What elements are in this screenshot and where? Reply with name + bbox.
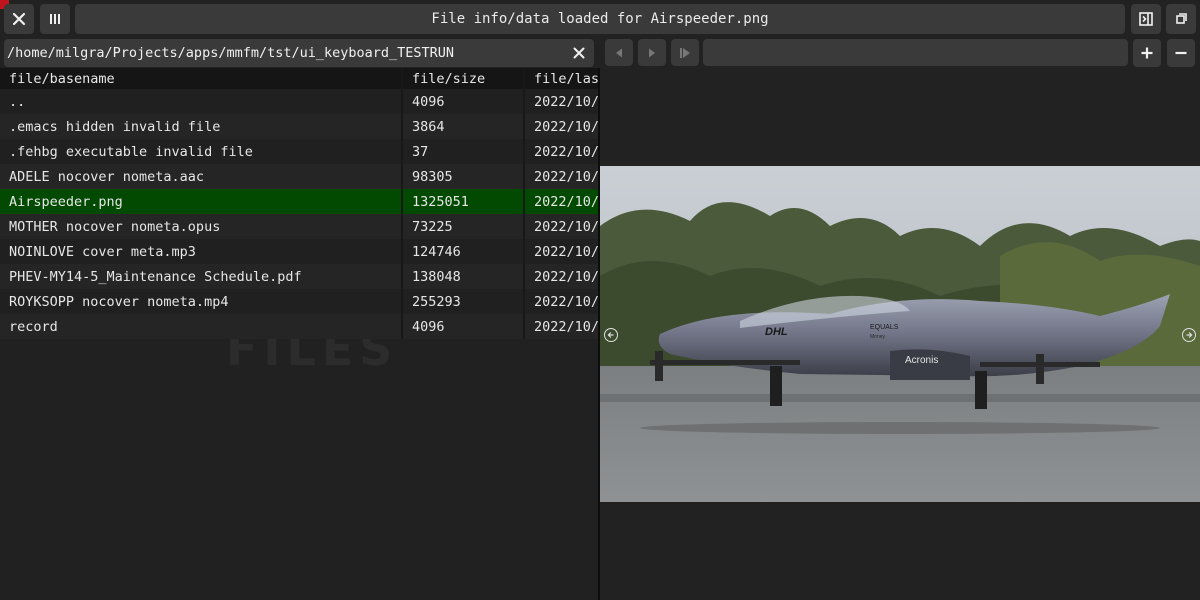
preview-pane: DHL EQUALS Money Acronis xyxy=(600,68,1200,600)
table-row[interactable]: ROYKSOPP nocover nometa.mp4 255293 2022/10… xyxy=(0,289,598,314)
cell-basename: .emacs hidden invalid file xyxy=(0,114,403,139)
cell-size: 138048 xyxy=(402,264,525,289)
column-header-basename[interactable]: file/basename xyxy=(0,68,403,89)
cell-basename: PHEV-MY14-5_Maintenance Schedule.pdf xyxy=(0,264,403,289)
fullscreen-icon xyxy=(1176,13,1187,24)
columns-button[interactable] xyxy=(40,4,70,34)
image-text-money: Money xyxy=(870,334,886,340)
arrow-right-circle-icon xyxy=(1186,332,1193,338)
cell-size: 73225 xyxy=(402,214,525,239)
table-row[interactable]: ADELE nocover nometa.aac 98305 2022/10/ xyxy=(0,164,598,189)
image-text-dhl: DHL xyxy=(765,326,788,338)
table-row[interactable]: MOTHER nocover nometa.opus 73225 2022/10/ xyxy=(0,214,598,239)
table-row[interactable]: .. 4096 2022/10/ xyxy=(0,89,598,114)
next-icon xyxy=(680,47,690,58)
cell-last-access: 2022/10/ xyxy=(524,164,598,189)
image-text-equals: EQUALS xyxy=(870,324,899,331)
file-table: file/basename file/size file/last_access… xyxy=(0,68,598,339)
cell-last-access: 2022/10/ xyxy=(524,114,598,139)
image-text-acronis: Acronis xyxy=(905,355,938,366)
window-title-bar: File info/data loaded for Airspeeder.png xyxy=(75,4,1125,34)
cell-size: 4096 xyxy=(402,89,525,114)
table-row[interactable]: record 4096 2022/10/ xyxy=(0,314,598,339)
previous-icon xyxy=(616,48,622,57)
arrow-left-circle-icon xyxy=(607,332,614,338)
minus-icon xyxy=(1175,51,1187,55)
preview-image: DHL EQUALS Money Acronis xyxy=(600,166,1200,502)
next-button[interactable] xyxy=(671,39,699,66)
cell-last-access: 2022/10/ xyxy=(524,214,598,239)
cell-basename: .fehbg executable invalid file xyxy=(0,139,403,164)
plus-icon xyxy=(1141,47,1153,59)
close-icon xyxy=(12,12,26,26)
table-row[interactable]: .emacs hidden invalid file 3864 2022/10/ xyxy=(0,114,598,139)
cell-basename: Airspeeder.png xyxy=(0,189,403,214)
cell-size: 124746 xyxy=(402,239,525,264)
previous-button[interactable] xyxy=(605,39,633,66)
cell-basename: record xyxy=(0,314,403,339)
columns-icon xyxy=(50,14,60,24)
close-button[interactable] xyxy=(4,4,34,34)
clear-icon xyxy=(573,47,585,59)
cell-last-access: 2022/10/ xyxy=(524,89,598,114)
cell-basename: ADELE nocover nometa.aac xyxy=(0,164,403,189)
window-title: File info/data loaded for Airspeeder.png xyxy=(431,11,769,27)
file-list-pane: FILES file/basename file/size file/last_… xyxy=(0,68,598,600)
cell-last-access: 2022/10/ xyxy=(524,239,598,264)
previous-image-button[interactable] xyxy=(604,328,618,342)
cell-basename: MOTHER nocover nometa.opus xyxy=(0,214,403,239)
cell-basename: .. xyxy=(0,89,403,114)
cell-last-access: 2022/10/ xyxy=(524,139,598,164)
table-row[interactable]: Airspeeder.png 1325051 2022/10/ xyxy=(0,189,598,214)
cell-size: 4096 xyxy=(402,314,525,339)
side-panel-button[interactable] xyxy=(1131,4,1161,34)
cell-basename: NOINLOVE cover meta.mp3 xyxy=(0,239,403,264)
side-panel-icon xyxy=(1139,12,1153,26)
cell-last-access: 2022/10/ xyxy=(524,314,598,339)
column-header-last-access[interactable]: file/last_access xyxy=(524,68,598,89)
cell-last-access: 2022/10/ xyxy=(524,289,598,314)
cell-size: 3864 xyxy=(402,114,525,139)
zoom-in-button[interactable] xyxy=(1133,39,1161,67)
cell-basename: ROYKSOPP nocover nometa.mp4 xyxy=(0,289,403,314)
cell-size: 255293 xyxy=(402,289,525,314)
column-header-size[interactable]: file/size xyxy=(402,68,525,89)
cell-size: 1325051 xyxy=(402,189,525,214)
cell-last-access: 2022/10/ xyxy=(524,264,598,289)
play-icon xyxy=(649,48,655,57)
file-table-body: .. 4096 2022/10/.emacs hidden invalid file… xyxy=(0,89,598,339)
path-input-value[interactable]: /home/milgra/Projects/apps/mmfm/tst/ui_k… xyxy=(7,45,454,61)
airspeeder-photo: DHL EQUALS Money Acronis xyxy=(600,166,1200,502)
media-progress-bar[interactable] xyxy=(703,39,1128,66)
cell-size: 37 xyxy=(402,139,525,164)
zoom-out-button[interactable] xyxy=(1167,39,1195,67)
clear-path-button[interactable] xyxy=(568,42,590,64)
table-row[interactable]: PHEV-MY14-5_Maintenance Schedule.pdf 1380… xyxy=(0,264,598,289)
play-button[interactable] xyxy=(638,39,666,66)
table-row[interactable]: NOINLOVE cover meta.mp3 124746 2022/10/ xyxy=(0,239,598,264)
cell-size: 98305 xyxy=(402,164,525,189)
fullscreen-button[interactable] xyxy=(1166,4,1196,34)
next-image-button[interactable] xyxy=(1182,328,1196,342)
cell-last-access: 2022/10/ xyxy=(524,189,598,214)
table-header-row: file/basename file/size file/last_access xyxy=(0,68,598,89)
path-input[interactable]: /home/milgra/Projects/apps/mmfm/tst/ui_k… xyxy=(4,39,594,67)
table-row[interactable]: .fehbg executable invalid file 37 2022/10/ xyxy=(0,139,598,164)
